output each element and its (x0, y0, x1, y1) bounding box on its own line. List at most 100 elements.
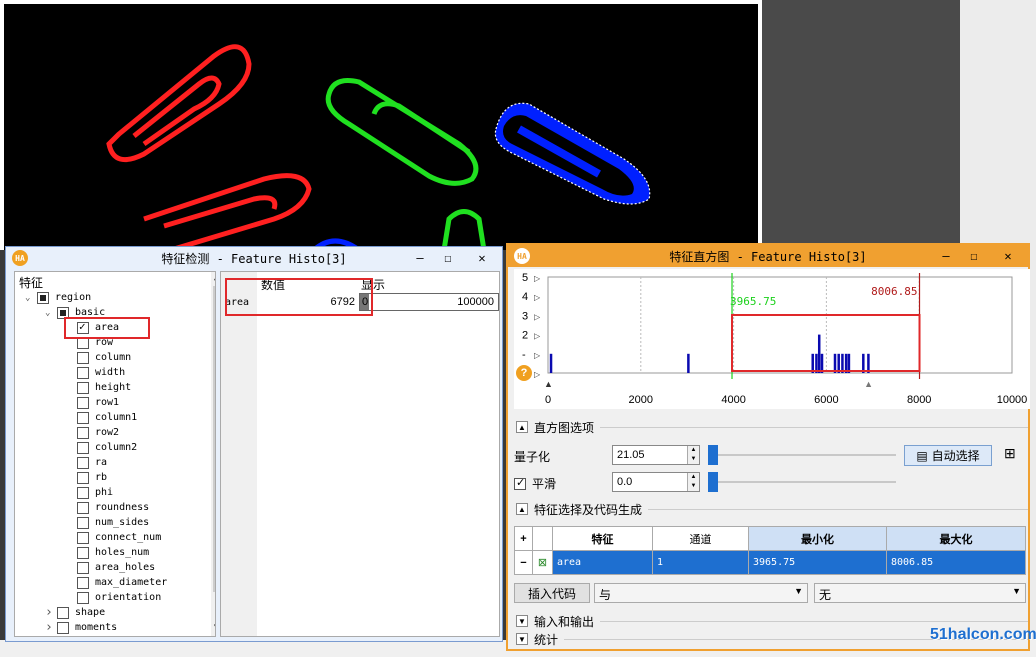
tree-checkbox[interactable] (57, 606, 69, 619)
spin-arrows-icon[interactable]: ▲ ▼ (687, 446, 699, 464)
scroll-up-icon[interactable]: ▲ (214, 273, 215, 282)
row-max[interactable]: 8006.85 (886, 550, 1026, 575)
tree-checkbox[interactable] (77, 516, 89, 529)
tree-item-shape[interactable]: › shape (45, 605, 105, 620)
tree-checkbox[interactable] (77, 591, 89, 604)
tree-checkbox[interactable] (77, 486, 89, 499)
tree-item-label: rb (95, 472, 108, 483)
insert-code-button[interactable]: 插入代码 (514, 583, 590, 603)
collapse-icon[interactable]: ▲ (516, 421, 528, 433)
tree-item-width[interactable]: width (65, 365, 125, 380)
tree-item-label: holes_num (95, 547, 150, 558)
quantize-slider[interactable] (708, 445, 896, 465)
add-feature-button[interactable]: + (514, 526, 533, 551)
min-threshold-label: 3965.75 (730, 295, 776, 308)
tree-checkbox[interactable] (77, 441, 89, 454)
tree-checkbox[interactable] (77, 546, 89, 559)
scroll-thumb[interactable] (213, 286, 215, 592)
help-icon[interactable]: ? (516, 365, 532, 381)
tree-checkbox[interactable] (77, 576, 89, 589)
tree-checkbox[interactable] (77, 471, 89, 484)
operator-combo[interactable]: 无 ▼ (814, 583, 1026, 603)
histogram-svg[interactable]: 02000400060008000100000▷-▷2▷3▷4▷5▷3965.7… (514, 269, 1030, 409)
tree-item-orientation[interactable]: orientation (65, 590, 161, 605)
quantize-value[interactable]: 21.05 (617, 449, 645, 461)
tree-item-column2[interactable]: column2 (65, 440, 137, 455)
inspect-icon[interactable]: ⊞ (1004, 445, 1016, 462)
tree-checkbox[interactable] (77, 366, 89, 379)
tree-item-moments[interactable]: › moments (45, 620, 117, 635)
expand-icon[interactable]: ▼ (516, 633, 528, 645)
row-min[interactable]: 3965.75 (748, 550, 887, 575)
tree-scrollbar[interactable]: ▲ ▼ (211, 272, 215, 636)
minimize-icon[interactable]: — (406, 247, 434, 269)
tree-checkbox[interactable] (57, 621, 69, 634)
tree-checkbox[interactable] (77, 561, 89, 574)
chevron-right-icon[interactable]: › (45, 620, 57, 635)
tree-checkbox[interactable] (77, 426, 89, 439)
tree-item-area-holes[interactable]: area_holes (65, 560, 155, 575)
table-row[interactable]: − ⊠ area 1 3965.75 8006.85 (514, 550, 1026, 575)
smooth-checkbox[interactable] (514, 476, 526, 490)
halcon-logo-icon: HA (514, 248, 530, 264)
chevron-down-icon[interactable]: ▼ (1012, 586, 1021, 596)
maximize-icon[interactable]: ☐ (960, 245, 988, 267)
tree-checkbox[interactable] (77, 531, 89, 544)
tree-item-roundness[interactable]: roundness (65, 500, 149, 515)
tree-item-row2[interactable]: row2 (65, 425, 119, 440)
quantize-spinbox[interactable]: 21.05 ▲ ▼ (612, 445, 700, 465)
histogram-window-titlebar[interactable]: HA 特征直方图 - Feature Histo[3] — ☐ ✕ (508, 245, 1028, 267)
tree-item-holes-num[interactable]: holes_num (65, 545, 149, 560)
chevron-right-icon[interactable]: › (45, 605, 57, 620)
tree-item-ra[interactable]: ra (65, 455, 107, 470)
y-tick-arrow-icon: ▷ (534, 293, 541, 302)
collapse-icon[interactable]: ▲ (516, 503, 528, 515)
feature-window-titlebar[interactable]: HA 特征检测 - Feature Histo[3] — ☐ ✕ (6, 247, 502, 269)
smooth-slider[interactable] (708, 472, 896, 492)
smooth-option[interactable]: 平滑 (514, 475, 556, 492)
expand-icon[interactable]: ▼ (516, 615, 528, 627)
chevron-down-icon[interactable]: ⌄ (45, 308, 57, 318)
max-threshold-label: 8006.85 (871, 285, 917, 298)
feature-chart-icon[interactable]: ⊠ (532, 550, 553, 575)
row-feature[interactable]: area (552, 550, 653, 575)
feature-selection-section[interactable]: ▲ 特征选择及代码生成 (508, 499, 1028, 519)
tree-item-height[interactable]: height (65, 380, 131, 395)
tree-item-column[interactable]: column (65, 350, 131, 365)
spin-arrows-icon[interactable]: ▲ ▼ (687, 473, 699, 491)
tree-item-max-diameter[interactable]: max_diameter (65, 575, 167, 590)
tree-item-rb[interactable]: rb (65, 470, 107, 485)
tree-item-phi[interactable]: phi (65, 485, 113, 500)
tree-item-connect-num[interactable]: connect_num (65, 530, 161, 545)
tree-item-region[interactable]: ⌄ region (25, 290, 91, 305)
histogram-chart[interactable]: 02000400060008000100000▷-▷2▷3▷4▷5▷3965.7… (514, 269, 1030, 409)
tree-item-column1[interactable]: column1 (65, 410, 137, 425)
feature-value-pane: 数值 显示 area 6792 0 100000 (220, 271, 500, 637)
tree-item-label: orientation (95, 592, 162, 603)
chevron-down-icon[interactable]: ⌄ (25, 293, 37, 303)
chevron-down-icon[interactable]: ▼ (794, 586, 803, 596)
graphics-window (0, 0, 762, 250)
feature-inspection-window: HA 特征检测 - Feature Histo[3] — ☐ ✕ 特征 ⌄ reg… (5, 246, 503, 642)
combination-combo[interactable]: 与 ▼ (594, 583, 808, 603)
close-icon[interactable]: ✕ (988, 245, 1028, 267)
tree-checkbox[interactable] (77, 411, 89, 424)
remove-feature-button[interactable]: − (514, 550, 533, 575)
histogram-options-section[interactable]: ▲ 直方图选项 (508, 417, 1028, 437)
tree-checkbox[interactable] (77, 501, 89, 514)
scroll-down-icon[interactable]: ▼ (214, 622, 215, 631)
minimize-icon[interactable]: — (932, 245, 960, 267)
maximize-icon[interactable]: ☐ (434, 247, 462, 269)
tree-checkbox[interactable] (37, 291, 49, 304)
auto-select-button[interactable]: ▤ 自动选择 (904, 445, 992, 466)
smooth-spinbox[interactable]: 0.0 ▲ ▼ (612, 472, 700, 492)
row-channel[interactable]: 1 (652, 550, 749, 575)
tree-item-num-sides[interactable]: num_sides (65, 515, 149, 530)
tree-checkbox[interactable] (77, 396, 89, 409)
tree-checkbox[interactable] (77, 381, 89, 394)
smooth-value[interactable]: 0.0 (617, 476, 632, 488)
tree-checkbox[interactable] (77, 351, 89, 364)
tree-item-row1[interactable]: row1 (65, 395, 119, 410)
close-icon[interactable]: ✕ (462, 247, 502, 269)
tree-checkbox[interactable] (77, 456, 89, 469)
